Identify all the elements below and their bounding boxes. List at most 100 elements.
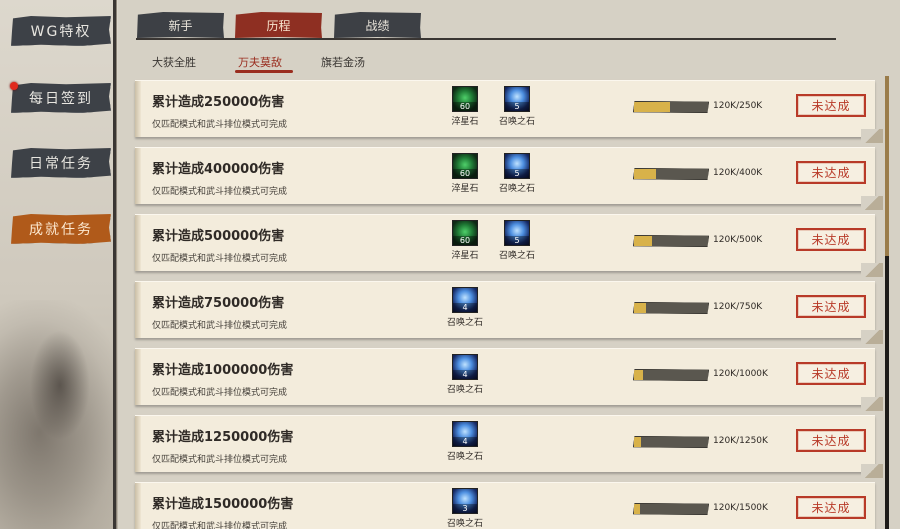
progress-fill	[634, 504, 640, 514]
page-curl-decoration	[861, 397, 883, 411]
progress-fill	[634, 236, 652, 246]
green-stone-icon: 60	[452, 153, 478, 179]
achievement-title: 累计造成750000伤害	[152, 296, 285, 311]
sidebar-item-wg-privilege[interactable]: WG特权	[11, 16, 111, 46]
progress-text: 120K/250K	[713, 101, 763, 111]
status-button[interactable]: 未达成	[796, 295, 866, 318]
subtab-active-underline	[235, 70, 293, 73]
page-curl-decoration	[861, 263, 883, 277]
reward-name: 召唤之石	[446, 452, 483, 462]
reward-quantity: 3	[453, 504, 477, 513]
achievement-card: 累计造成1500000伤害 仅匹配模式和武斗排位模式可完成 3 召唤之石 120K/15…	[135, 482, 875, 529]
blue-crystal-icon: 5	[504, 153, 530, 179]
progress-bar	[633, 302, 709, 314]
subtab-total-victory[interactable]: 大获全胜	[152, 54, 196, 70]
subtab-impregnable[interactable]: 旗若金汤	[321, 54, 365, 70]
reward-item[interactable]: 60 淬星石	[445, 153, 485, 194]
sidebar-item-daily-tasks[interactable]: 日常任务	[11, 148, 111, 178]
reward-item[interactable]: 60 淬星石	[445, 220, 485, 261]
subtab-invincible[interactable]: 万夫莫敌	[238, 54, 282, 70]
progress-fill	[634, 370, 643, 380]
achievement-card: 累计造成500000伤害仅匹配模式和武斗排位模式可完成 60 淬星石 5 召唤之石 120…	[135, 214, 883, 277]
progress-fill	[634, 437, 642, 447]
reward-name: 淬星石	[451, 251, 479, 261]
reward-quantity: 60	[453, 169, 477, 178]
tab-newbie[interactable]: 新手	[137, 12, 224, 38]
reward-name: 淬星石	[451, 117, 479, 127]
reward-quantity: 5	[505, 169, 529, 178]
achievement-card: 累计造成1000000伤害 仅匹配模式和武斗排位模式可完成 4 召唤之石 120K/10…	[135, 348, 883, 411]
reward-item[interactable]: 4 召唤之石	[445, 287, 485, 328]
status-button[interactable]: 未达成	[796, 161, 866, 184]
progress-text: 120K/750K	[713, 302, 763, 312]
achievement-description: 仅匹配模式和武斗排位模式可完成	[152, 187, 288, 197]
blue-crystal-icon: 3	[452, 488, 478, 514]
tab-journey[interactable]: 历程	[235, 12, 322, 38]
reward-quantity: 4	[453, 303, 477, 312]
reward-name: 召唤之石	[446, 318, 483, 328]
achievement-description: 仅匹配模式和武斗排位模式可完成	[152, 321, 288, 331]
page-curl-decoration	[861, 129, 883, 143]
progress-text: 120K/400K	[713, 168, 763, 178]
progress-bar	[633, 436, 709, 448]
achievement-title: 累计造成400000伤害	[152, 162, 285, 177]
achievement-card: 累计造成400000伤害仅匹配模式和武斗排位模式可完成 60 淬星石 5 召唤之石 120…	[135, 147, 883, 210]
scrollbar-thumb[interactable]	[885, 76, 889, 256]
reward-item[interactable]: 60 淬星石	[445, 86, 485, 127]
reward-item[interactable]: 4 召唤之石	[445, 421, 485, 462]
sidebar-item-achievements[interactable]: 成就任务	[11, 214, 111, 244]
achievement-title: 累计造成250000伤害	[152, 95, 285, 110]
sidebar-divider	[113, 0, 117, 529]
achievement-title: 累计造成1500000伤害	[152, 497, 294, 512]
achievement-card: 累计造成750000伤害仅匹配模式和武斗排位模式可完成 4 召唤之石 120K/750…	[135, 281, 883, 344]
status-button[interactable]: 未达成	[796, 429, 866, 452]
reward-name: 召唤之石	[446, 519, 483, 529]
reward-quantity: 5	[505, 236, 529, 245]
status-button[interactable]: 未达成	[796, 94, 866, 117]
blue-crystal-icon: 4	[452, 354, 478, 380]
reward-item[interactable]: 5 召唤之石	[497, 153, 537, 194]
progress-fill	[634, 169, 657, 179]
tab-record[interactable]: 战绩	[334, 12, 421, 38]
achievement-title: 累计造成1250000伤害	[152, 430, 294, 445]
ink-warrior-figure	[30, 330, 90, 440]
sidebar-item-daily-checkin[interactable]: 每日签到	[11, 83, 111, 113]
progress-text: 120K/1500K	[713, 503, 768, 513]
blue-crystal-icon: 4	[452, 287, 478, 313]
progress-text: 120K/500K	[713, 235, 763, 245]
blue-crystal-icon: 4	[452, 421, 478, 447]
progress-fill	[634, 303, 646, 313]
sidebar: WG特权 每日签到 日常任务 成就任务	[0, 0, 118, 529]
progress-bar	[633, 503, 709, 515]
main-panel: 新手 历程 战绩 大获全胜 万夫莫敌 旗若金汤 累计造成250000伤害仅匹配模…	[118, 0, 900, 529]
page-curl-decoration	[861, 464, 883, 478]
progress-fill	[634, 102, 670, 112]
tab-divider-line	[136, 38, 836, 40]
achievement-title: 累计造成1000000伤害	[152, 363, 294, 378]
achievement-title: 累计造成500000伤害	[152, 229, 285, 244]
reward-name: 召唤之石	[446, 385, 483, 395]
blue-crystal-icon: 5	[504, 220, 530, 246]
reward-item[interactable]: 3 召唤之石	[445, 488, 485, 529]
notification-dot-icon	[10, 82, 18, 90]
progress-bar	[633, 168, 709, 180]
achievement-card: 累计造成250000伤害仅匹配模式和武斗排位模式可完成 60 淬星石 5 召唤之石 120…	[135, 80, 883, 143]
achievement-description: 仅匹配模式和武斗排位模式可完成	[152, 254, 288, 264]
progress-bar	[633, 235, 709, 247]
green-stone-icon: 60	[452, 86, 478, 112]
status-button[interactable]: 未达成	[796, 362, 866, 385]
progress-text: 120K/1000K	[713, 369, 768, 379]
status-button[interactable]: 未达成	[796, 228, 866, 251]
status-button[interactable]: 未达成	[796, 496, 866, 519]
page-curl-decoration	[861, 330, 883, 344]
reward-name: 召唤之石	[498, 251, 535, 261]
reward-item[interactable]: 4 召唤之石	[445, 354, 485, 395]
reward-name: 淬星石	[451, 184, 479, 194]
reward-item[interactable]: 5 召唤之石	[497, 86, 537, 127]
reward-quantity: 4	[453, 437, 477, 446]
blue-crystal-icon: 5	[504, 86, 530, 112]
achievement-description: 仅匹配模式和武斗排位模式可完成	[152, 120, 288, 130]
reward-item[interactable]: 5 召唤之石	[497, 220, 537, 261]
reward-quantity: 4	[453, 370, 477, 379]
reward-quantity: 60	[453, 102, 477, 111]
